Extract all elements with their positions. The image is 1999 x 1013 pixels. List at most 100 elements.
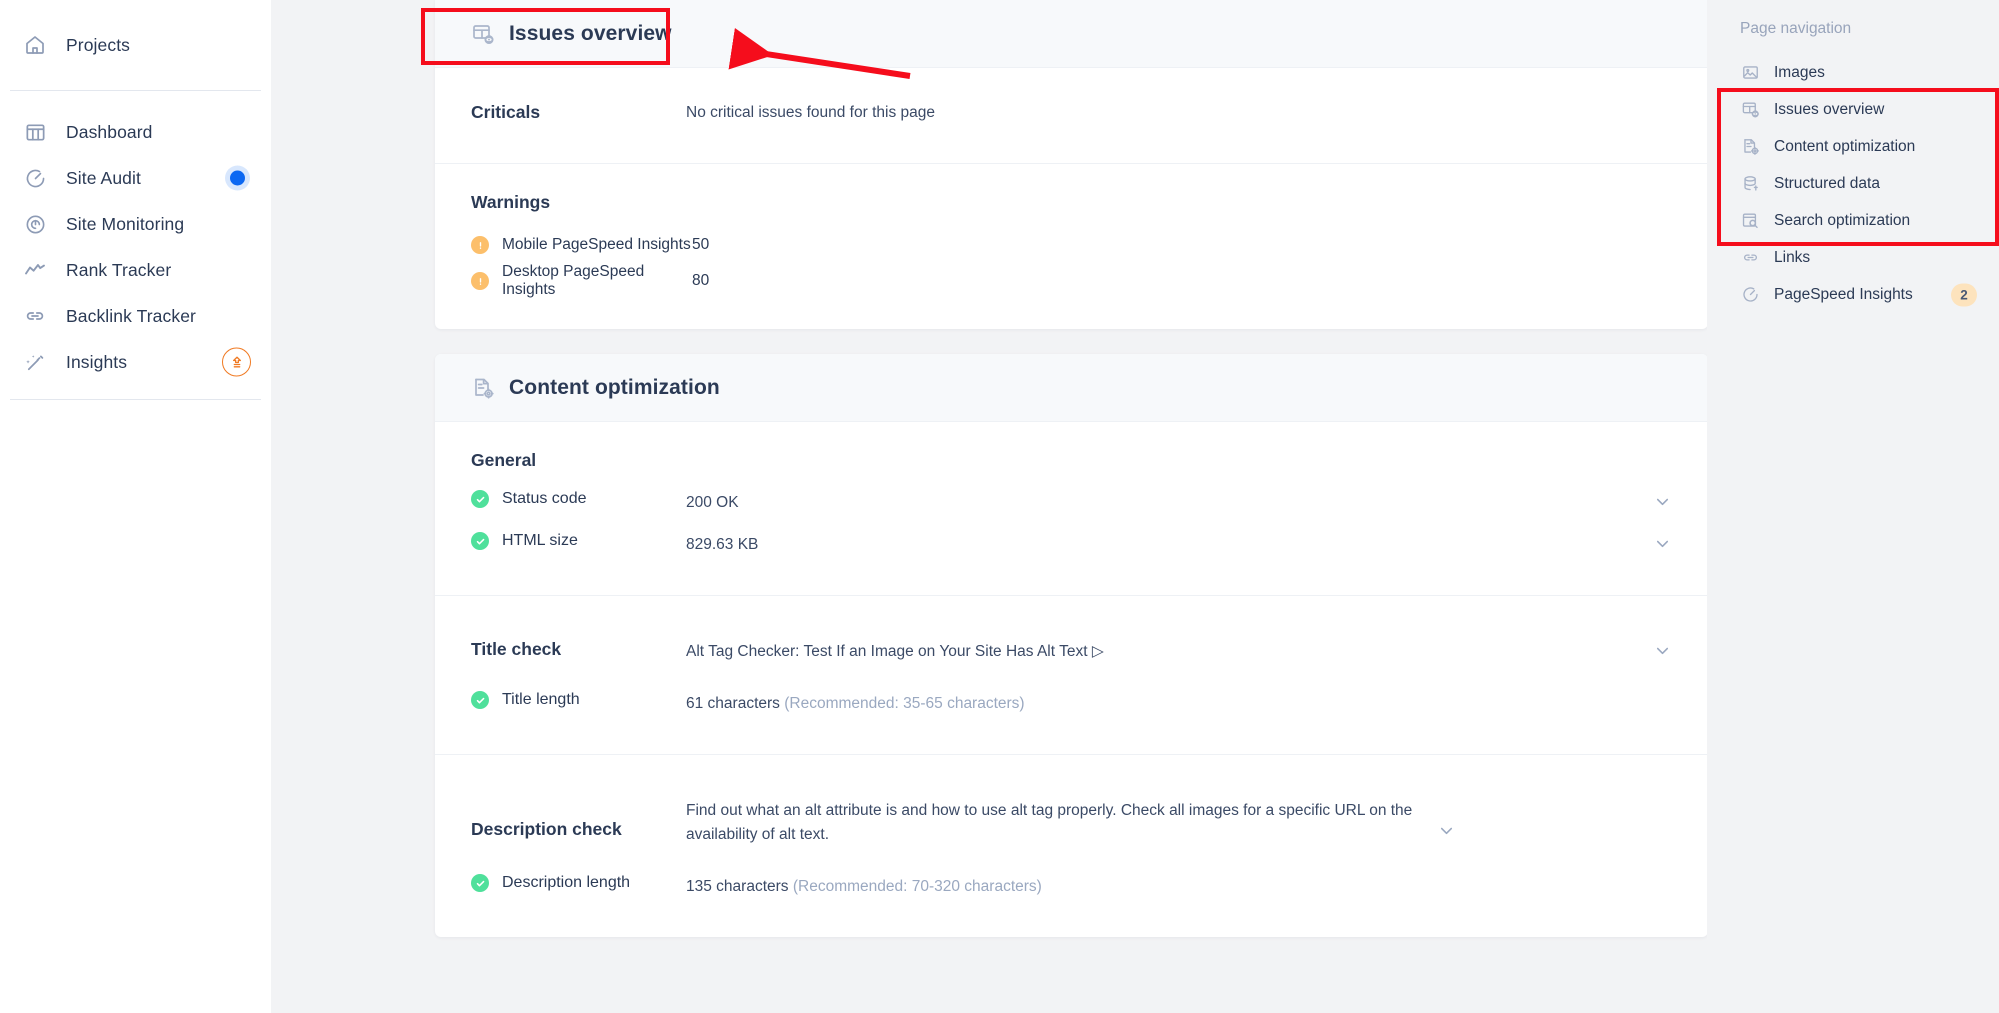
page-nav-item-structured-data[interactable]: Structured data <box>1707 165 1999 202</box>
sidebar-item-backlink-tracker[interactable]: Backlink Tracker <box>0 293 271 339</box>
warning-icon <box>471 236 489 254</box>
structured-data-icon <box>1740 174 1760 194</box>
table-row[interactable]: Title check Alt Tag Checker: Test If an … <box>471 624 1672 672</box>
title-check-value: Alt Tag Checker: Test If an Image on You… <box>686 643 1104 661</box>
site-monitoring-icon <box>22 211 48 237</box>
sidebar-main-group: Dashboard Site Audit Site Monitoring Ran… <box>0 91 271 399</box>
site-audit-icon <box>22 165 48 191</box>
description-check-label: Description check <box>471 819 622 840</box>
title-check-label: Title check <box>471 639 562 660</box>
sidebar-item-dashboard[interactable]: Dashboard <box>0 109 271 155</box>
page-nav-label: Search optimization <box>1774 211 1911 229</box>
warning-value: 50 <box>692 236 710 253</box>
warnings-section: Warnings Mobile PageSpeed Insights 50 De… <box>435 164 1708 329</box>
chevron-down-icon[interactable] <box>1632 531 1672 553</box>
warnings-label: Warnings <box>471 192 551 212</box>
page-nav-label: Structured data <box>1774 174 1880 192</box>
chevron-down-icon[interactable] <box>1632 638 1672 660</box>
issues-overview-card: Issues overview Criticals No critical is… <box>435 0 1708 329</box>
sidebar-item-site-audit[interactable]: Site Audit <box>0 155 271 201</box>
criticals-row: Criticals No critical issues found for t… <box>471 96 1672 133</box>
table-row[interactable]: Status code 200 OK <box>471 481 1672 523</box>
upgrade-icon[interactable] <box>222 347 251 377</box>
chevron-placeholder <box>1632 873 1672 876</box>
issues-overview-header[interactable]: Issues overview <box>435 0 1708 68</box>
sidebar-item-projects[interactable]: Projects <box>0 22 271 68</box>
page-nav-label: Links <box>1774 248 1811 266</box>
warning-name: Desktop PageSpeed Insights <box>502 263 645 298</box>
success-icon <box>471 490 489 508</box>
sidebar-item-label: Site Audit <box>66 167 141 188</box>
left-sidebar: Projects Dashboard Site Audit Site Monit… <box>0 0 271 1013</box>
success-icon <box>471 532 489 551</box>
warning-icon <box>471 272 489 290</box>
list-item[interactable]: Mobile PageSpeed Insights 50 <box>471 227 1672 263</box>
criticals-value: No critical issues found for this page <box>686 103 935 121</box>
links-icon <box>1740 248 1760 268</box>
chevron-down-icon[interactable] <box>1416 797 1456 840</box>
table-row[interactable]: HTML size 829.63 KB <box>471 523 1672 565</box>
images-icon <box>1740 63 1760 83</box>
description-check-value: Find out what an alt attribute is and ho… <box>686 802 1413 844</box>
sidebar-item-label: Site Monitoring <box>66 213 185 234</box>
page-nav-item-search-optimization[interactable]: Search optimization <box>1707 202 1999 239</box>
page-nav-label: Images <box>1774 63 1825 81</box>
page-nav-item-pagespeed-insights[interactable]: PageSpeed Insights 2 <box>1707 276 1999 313</box>
content-optimization-icon <box>471 376 495 400</box>
warning-name: Mobile PageSpeed Insights <box>502 236 691 253</box>
title-length-hint: (Recommended: 35-65 characters) <box>784 695 1025 713</box>
page-nav-item-issues-overview[interactable]: Issues overview <box>1707 91 1999 128</box>
sidebar-divider-bottom <box>10 399 261 400</box>
criticals-section: Criticals No critical issues found for t… <box>435 68 1708 164</box>
description-length-value: 135 characters <box>686 878 789 896</box>
insights-wand-icon <box>22 349 48 375</box>
sidebar-item-label: Dashboard <box>66 121 153 142</box>
criticals-label: Criticals <box>471 102 541 122</box>
row-value-wrap: 135 characters (Recommended: 70-320 char… <box>686 873 1632 899</box>
sidebar-item-label: Backlink Tracker <box>66 305 196 326</box>
search-optimization-icon <box>1740 211 1760 231</box>
issues-overview-icon <box>471 22 495 46</box>
content-optimization-header[interactable]: Content optimization <box>435 354 1708 422</box>
status-badge: 2 <box>1951 283 1977 306</box>
dashboard-icon <box>22 119 48 145</box>
row-label: HTML size <box>502 532 578 550</box>
warnings-list: Mobile PageSpeed Insights 50 Desktop Pag… <box>471 227 1672 299</box>
sidebar-item-site-monitoring[interactable]: Site Monitoring <box>0 201 271 247</box>
page-nav-label: PageSpeed Insights <box>1774 285 1913 303</box>
chevron-down-icon[interactable] <box>1632 489 1672 511</box>
row-label-wrap: Title length <box>471 690 686 710</box>
active-indicator-dot <box>230 170 245 186</box>
warning-value: 80 <box>692 272 710 289</box>
page-nav-item-content-optimization[interactable]: Content optimization <box>1707 128 1999 165</box>
row-label-wrap: Description length <box>471 873 686 893</box>
table-row[interactable]: Description check Find out what an alt a… <box>471 783 1672 855</box>
row-label: Description length <box>502 874 631 892</box>
page-nav-item-images[interactable]: Images <box>1707 54 1999 91</box>
success-icon <box>471 874 489 893</box>
row-value: 200 OK <box>686 494 739 511</box>
sidebar-top-group: Projects <box>0 0 271 90</box>
sidebar-item-label: Rank Tracker <box>66 259 172 280</box>
sidebar-item-rank-tracker[interactable]: Rank Tracker <box>0 247 271 293</box>
title-check-section: Title check Alt Tag Checker: Test If an … <box>435 596 1708 756</box>
rank-tracker-icon <box>22 257 48 283</box>
page-nav-item-links[interactable]: Links <box>1707 239 1999 276</box>
app-root: Projects Dashboard Site Audit Site Monit… <box>0 0 1999 1013</box>
row-label-wrap: HTML size <box>471 531 686 551</box>
page-nav-label: Content optimization <box>1774 137 1916 155</box>
row-value: 829.63 KB <box>686 536 759 554</box>
row-label: Status code <box>502 490 587 507</box>
issues-overview-icon <box>1740 100 1760 120</box>
row-label-wrap: Status code <box>471 489 686 508</box>
list-item[interactable]: Desktop PageSpeed Insights 80 <box>471 263 1672 299</box>
pagespeed-icon <box>1740 285 1760 305</box>
row-value-wrap: 61 characters (Recommended: 35-65 charac… <box>686 690 1632 716</box>
main-content-area: Issues overview Criticals No critical is… <box>271 0 1999 1013</box>
content-optimization-card: Content optimization General Status code… <box>435 354 1708 938</box>
general-section: General Status code 200 OK HTML size 829… <box>435 422 1708 597</box>
sidebar-item-insights[interactable]: Insights <box>0 339 271 385</box>
card-title: Content optimization <box>509 375 720 399</box>
table-row: Title length 61 characters (Recommended:… <box>471 672 1672 724</box>
success-icon <box>471 691 489 710</box>
